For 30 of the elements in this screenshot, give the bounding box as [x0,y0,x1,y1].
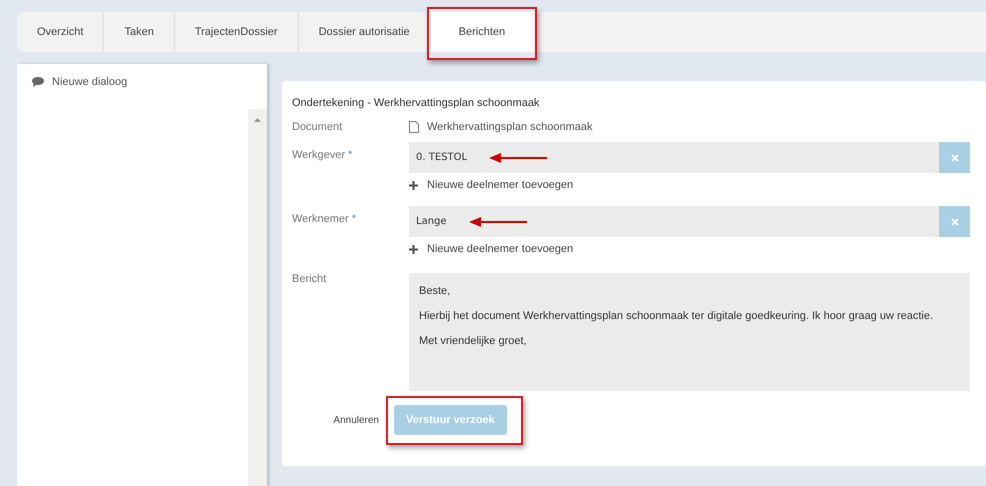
add-participant-link[interactable]: Nieuwe deelnemer toevoegen [427,179,574,191]
message-text: Met vriendelijke groet, [419,334,528,349]
close-icon [950,218,958,226]
plus-icon [409,180,418,190]
field-label: Document [292,121,344,133]
message-field[interactable]: Beste, Hierbij het document Werkhervattingsplan schoonmaak ter digitale goedkeuring. Ik hoor graag uw reactie. Met vriendelijke groet, [409,273,970,391]
field-label: Werkgever * [292,148,354,163]
field-label: Werknemer * [292,212,357,227]
cancel-link[interactable]: Annuleren [292,414,394,426]
participant-field[interactable]: Lange [409,206,939,237]
scroll-up-icon[interactable] [254,118,261,122]
form-title: Ondertekening - Werkhervattingsplan schoonmaak [292,97,540,109]
participant-value: Lange [416,216,447,227]
remove-button[interactable] [939,142,970,173]
plus-icon [409,244,418,254]
speech-bubble-icon [32,77,44,87]
participant-value: 0. TESTOL [416,152,468,163]
document-icon [409,121,419,133]
message-text: Hierbij het document Werkhervattingsplan schoonmaak ter digitale goedkeuring. Ik hoor graag uw reactie. [419,308,934,324]
field-label: Bericht [292,273,328,287]
message-text: Beste, [419,284,452,299]
add-participant-link[interactable]: Nieuwe deelnemer toevoegen [427,243,574,255]
new-dialog-link[interactable]: Nieuwe dialoog [52,76,128,88]
tab[interactable]: Berichten [430,12,534,52]
remove-button[interactable] [939,206,970,237]
document-link[interactable]: Werkhervattingsplan schoonmaak [427,121,592,133]
close-icon [950,154,958,162]
tab[interactable]: Overzicht [17,12,104,52]
scrollbar[interactable] [248,109,267,486]
participant-field[interactable]: 0. TESTOL [409,142,939,173]
